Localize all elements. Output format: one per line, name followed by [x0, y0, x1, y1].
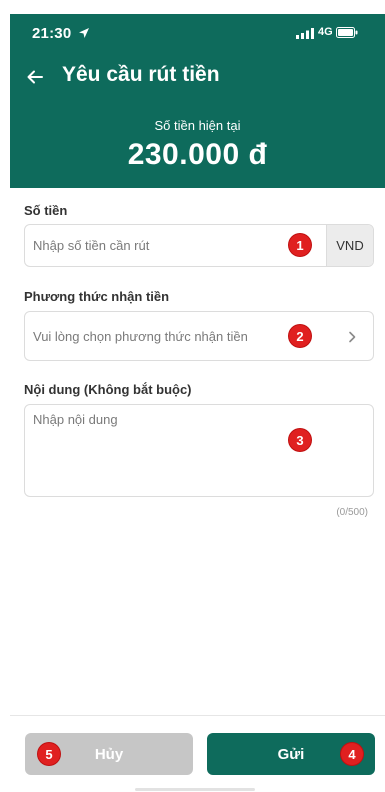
app-header: 21:30 4G Yêu cầu rút tiền Số tiền hiện t… — [10, 14, 385, 188]
amount-input[interactable]: Nhập số tiền cần rút VND — [24, 224, 374, 267]
balance-value: 230.000 đ — [127, 138, 268, 171]
balance-label: Số tiền hiện tại — [154, 118, 241, 133]
back-arrow-icon[interactable] — [26, 68, 44, 86]
currency-unit: VND — [326, 225, 373, 266]
page-title: Yêu cầu rút tiền — [62, 63, 220, 86]
method-placeholder: Vui lòng chọn phương thức nhận tiền — [33, 329, 248, 344]
chevron-right-icon — [349, 331, 356, 343]
method-select[interactable]: Vui lòng chọn phương thức nhận tiền — [24, 311, 374, 361]
marker-3-badge: 3 — [289, 429, 311, 451]
marker-1-badge: 1 — [289, 234, 311, 256]
content-label: Nội dung (Không bắt buộc) — [24, 382, 192, 397]
submit-button-label: Gửi — [277, 745, 305, 763]
signal-icon — [296, 28, 314, 39]
marker-5-badge: 5 — [38, 743, 60, 765]
character-counter: (0/500) — [336, 507, 368, 518]
content-textarea[interactable]: Nhập nội dung — [24, 404, 374, 497]
amount-placeholder: Nhập số tiền cần rút — [33, 238, 150, 253]
footer-divider — [10, 715, 385, 716]
home-indicator — [135, 788, 255, 791]
amount-label: Số tiền — [24, 203, 68, 218]
location-arrow-icon — [79, 28, 89, 38]
cancel-button-label: Hủy — [94, 745, 124, 763]
status-bar: 21:30 4G — [10, 14, 385, 52]
status-time: 21:30 — [32, 25, 72, 42]
network-type: 4G — [318, 26, 333, 38]
content-placeholder: Nhập nội dung — [33, 412, 118, 427]
method-label: Phương thức nhận tiền — [24, 289, 170, 304]
marker-2-badge: 2 — [289, 325, 311, 347]
marker-4-badge: 4 — [341, 743, 363, 765]
battery-icon — [336, 27, 358, 38]
